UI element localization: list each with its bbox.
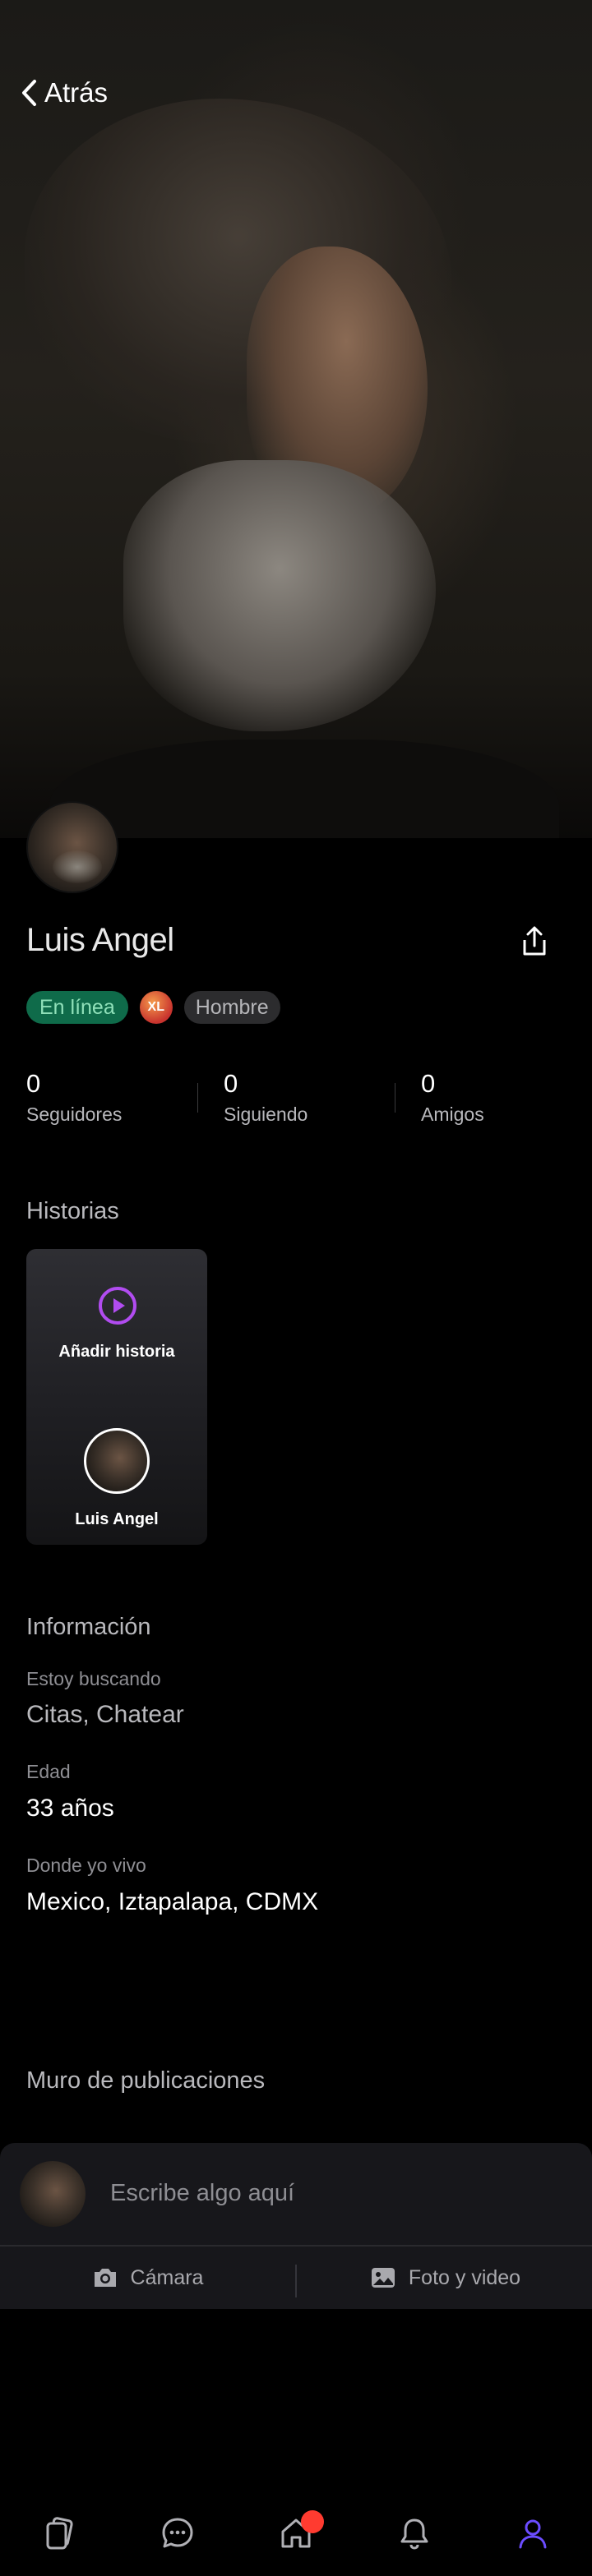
status-badge: En línea <box>26 991 128 1024</box>
bell-icon <box>400 2518 428 2550</box>
cover-shirt <box>49 740 559 838</box>
back-label: Atrás <box>44 77 109 108</box>
stat-label: Siguiendo <box>224 1104 308 1126</box>
cover-beard <box>123 460 436 731</box>
size-badge: XL <box>139 991 173 1024</box>
post-input[interactable]: Escribe algo aquí <box>110 2173 571 2214</box>
stat-followers[interactable]: 0 Seguidores <box>0 1068 197 1134</box>
image-icon <box>371 2268 395 2288</box>
share-icon[interactable] <box>516 924 553 960</box>
age-value: 33 años <box>26 1795 114 1822</box>
nav-home[interactable] <box>266 2504 326 2563</box>
stories-title: Historias <box>26 1198 119 1224</box>
nav-feed[interactable] <box>30 2504 89 2563</box>
stat-following[interactable]: 0 Siguiendo <box>197 1068 395 1134</box>
age-label: Edad <box>26 1761 71 1782</box>
profile-icon <box>519 2519 547 2548</box>
bottom-nav <box>0 2490 592 2576</box>
camera-icon <box>94 2269 116 2287</box>
stat-friends[interactable]: 0 Amigos <box>395 1068 592 1134</box>
cover-photo <box>0 0 592 838</box>
location-value: Mexico, Iztapalapa, CDMX <box>26 1888 319 1915</box>
stat-value: 0 <box>421 1069 436 1098</box>
avatar <box>20 2161 86 2227</box>
add-story-label: Añadir historia <box>58 1343 175 1361</box>
camera-button[interactable]: Cámara <box>0 2247 294 2309</box>
feed-icon <box>46 2516 73 2549</box>
divider <box>295 2265 297 2297</box>
chat-icon <box>162 2518 193 2547</box>
photo-video-button[interactable]: Foto y video <box>298 2247 592 2309</box>
chevron-left-icon <box>22 80 36 106</box>
story-owner-name: Luis Angel <box>75 1510 159 1528</box>
profile-avatar[interactable] <box>26 801 118 893</box>
back-button[interactable]: Atrás <box>18 71 108 115</box>
profile-name: Luis Angel <box>26 922 174 958</box>
stat-value: 0 <box>224 1069 238 1098</box>
add-story-card[interactable]: Añadir historia Luis Angel <box>26 1249 207 1545</box>
looking-for-label: Estoy buscando <box>26 1668 161 1689</box>
camera-label: Cámara <box>130 2265 204 2289</box>
location-label: Donde yo vivo <box>26 1855 146 1876</box>
gender-badge: Hombre <box>183 991 280 1024</box>
nav-notifications[interactable] <box>385 2504 444 2563</box>
play-circle-icon <box>99 1287 136 1325</box>
profile-stats: 0 Seguidores 0 Siguiendo 0 Amigos <box>0 1068 592 1134</box>
nav-chat[interactable] <box>148 2504 207 2563</box>
stat-label: Seguidores <box>26 1104 123 1126</box>
story-avatar <box>84 1428 150 1494</box>
looking-for-value: Citas, Chatear <box>26 1701 184 1728</box>
post-composer: Escribe algo aquí Cámara Foto y video <box>0 2143 592 2309</box>
wall-title: Muro de publicaciones <box>26 2067 266 2094</box>
nav-profile[interactable] <box>503 2504 562 2563</box>
stat-value: 0 <box>26 1069 41 1098</box>
info-title: Información <box>26 1614 151 1640</box>
photo-video-label: Foto y video <box>408 2265 521 2289</box>
stat-label: Amigos <box>421 1104 484 1126</box>
notification-dot <box>301 2509 324 2533</box>
profile-badges: En línea XL Hombre <box>26 991 280 1024</box>
